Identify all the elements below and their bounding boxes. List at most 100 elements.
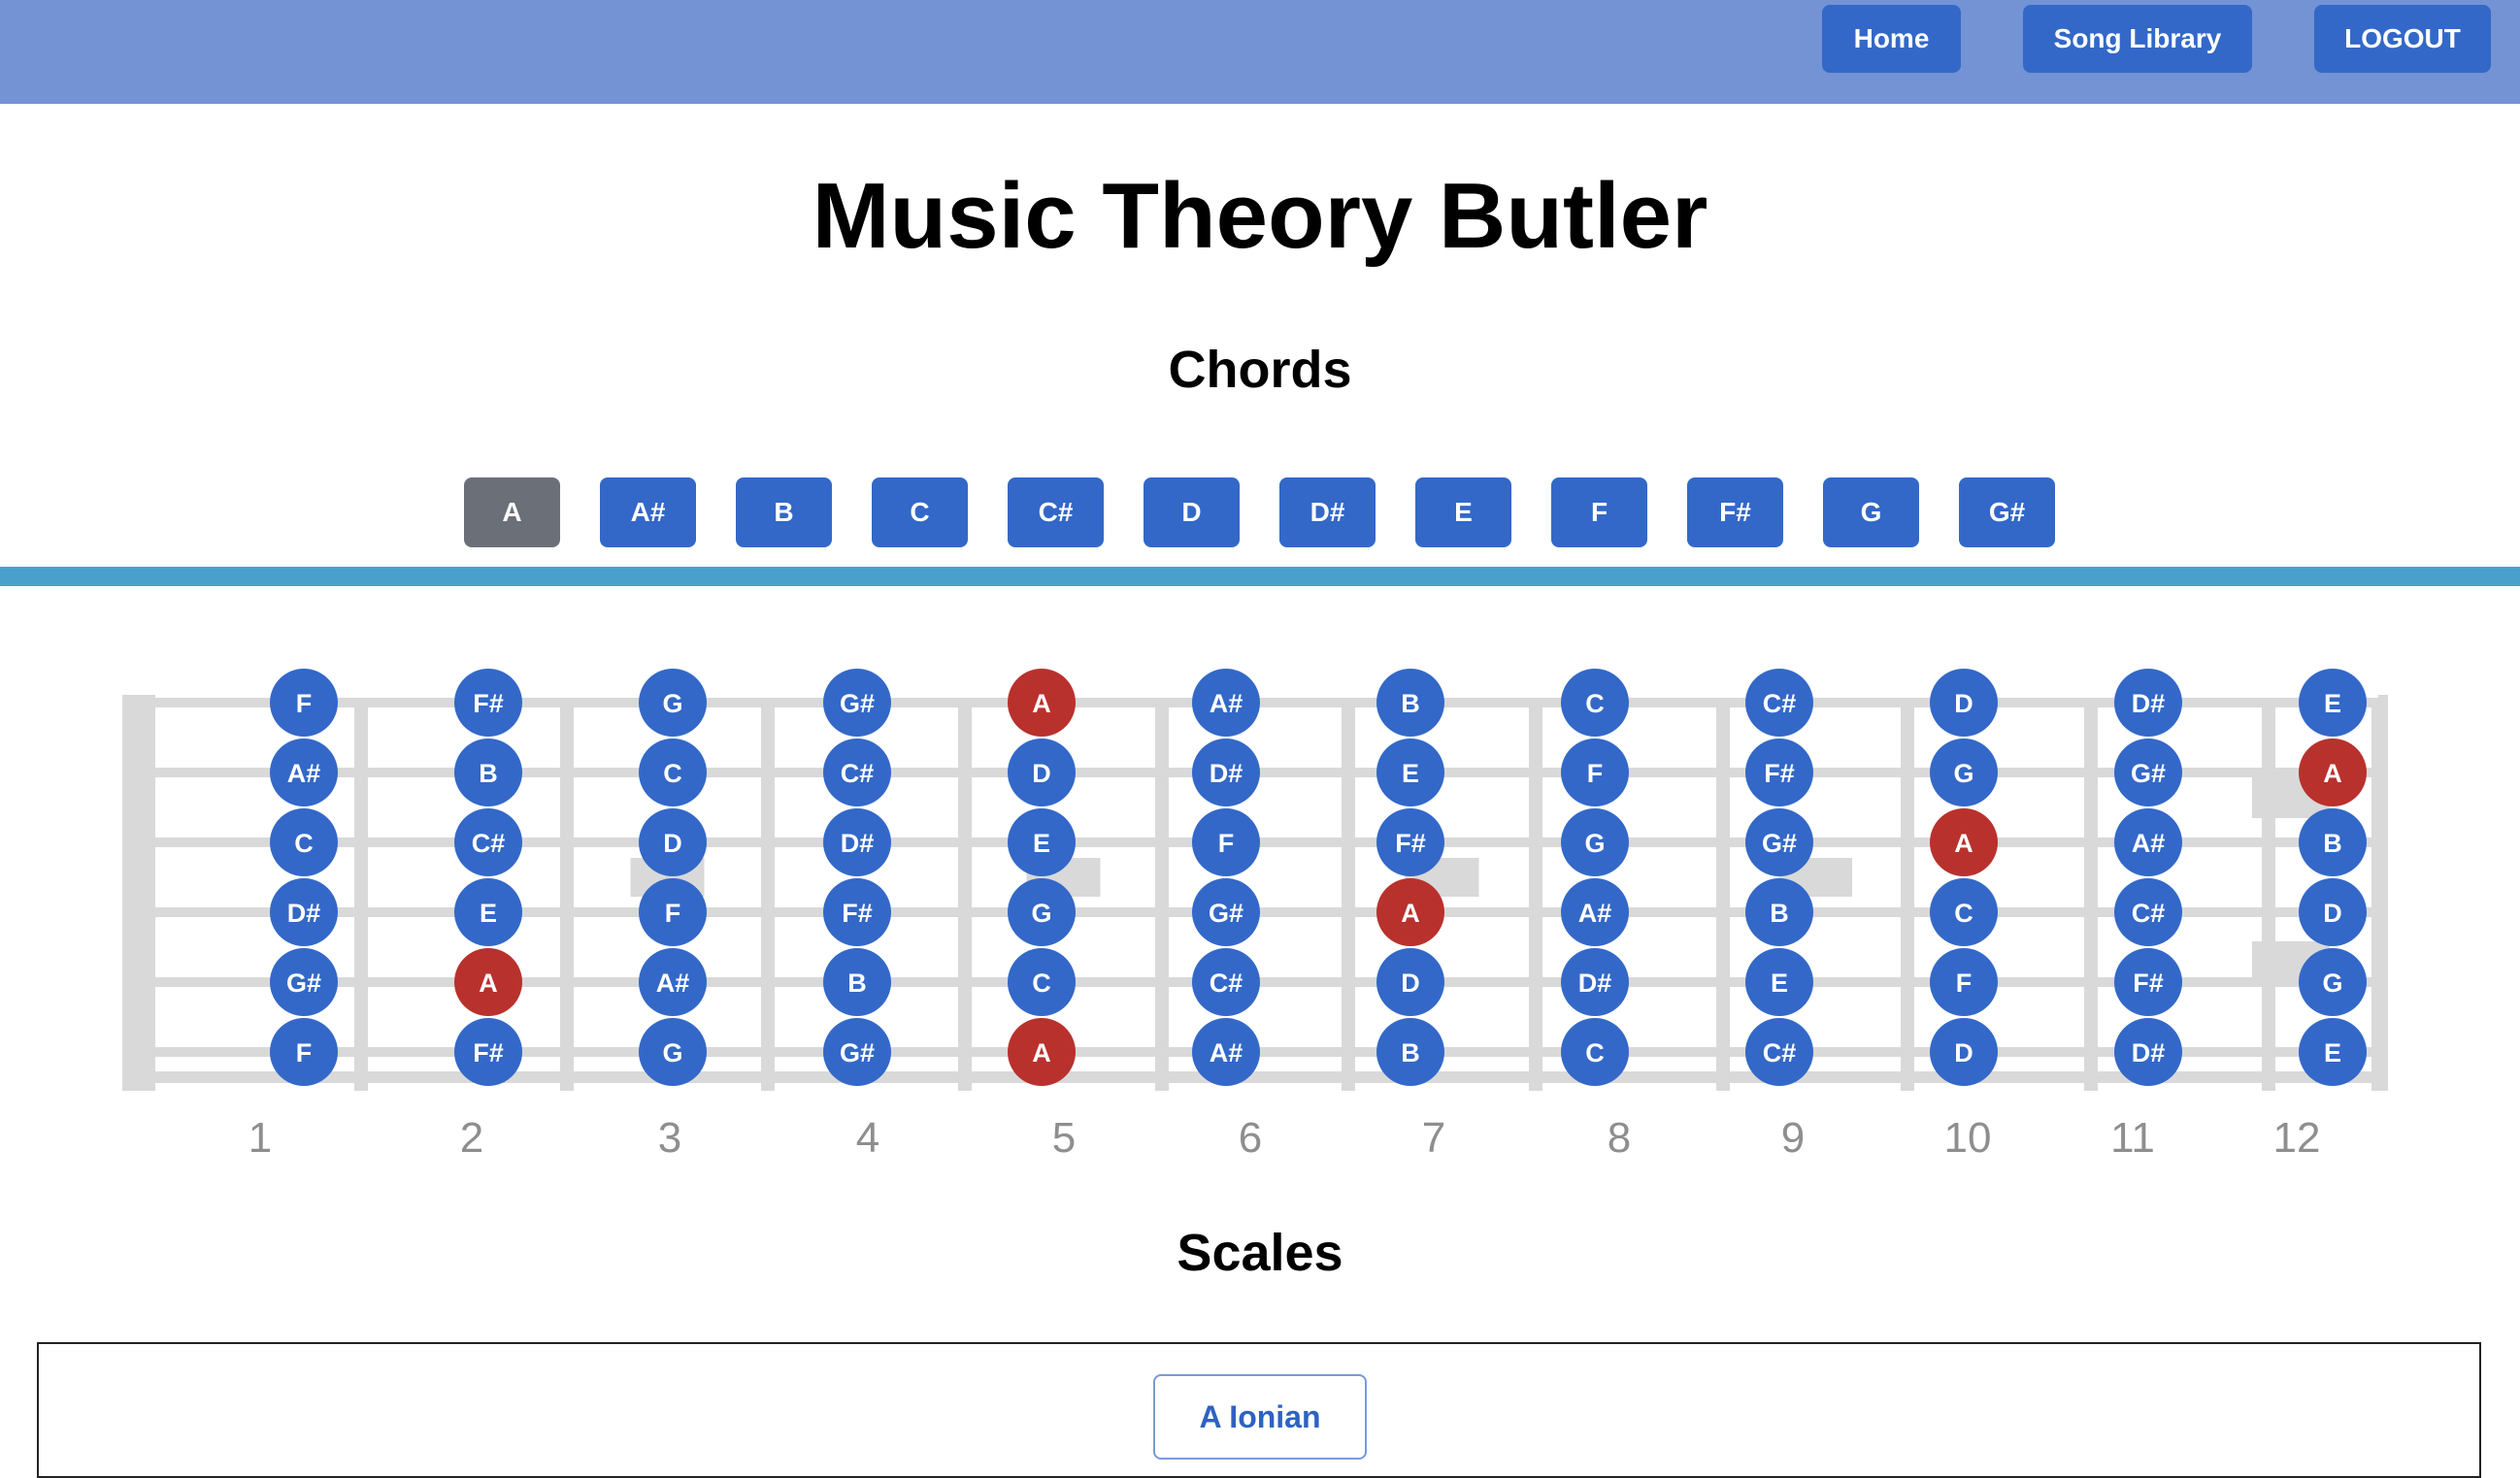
note-label: F [1218,829,1235,858]
note-label: D [2323,899,2342,928]
fret-wire [1342,701,1355,1091]
note-label: A# [656,969,690,998]
chord-button-d-sharp[interactable]: D# [1279,477,1376,547]
note-label: G# [840,689,875,718]
chord-button-f[interactable]: F [1551,477,1647,547]
scale-button-a-ionian[interactable]: A Ionian [1153,1374,1367,1460]
note-label: A# [1578,899,1612,928]
note-label: G [1953,759,1973,788]
note-label: B [1401,689,1420,718]
note-label: A [1401,899,1420,928]
note-label: C# [1763,1038,1797,1067]
fret-wire [2262,701,2275,1091]
note-label: D [1401,969,1420,998]
note-label: A [1032,1038,1051,1067]
note-label: C [1954,899,1973,928]
chord-button-f-sharp[interactable]: F# [1687,477,1783,547]
note-label: D# [841,829,875,858]
note-label: F [665,899,681,928]
fret-number: 4 [855,1114,880,1162]
note-label: A# [1210,689,1243,718]
note-label: D# [287,899,321,928]
fretboard-end [2378,695,2388,1091]
fret-number: 6 [1238,1114,1263,1162]
note-label: C [294,829,314,858]
note-label: A# [287,759,321,788]
scales-title: Scales [1177,1224,1343,1282]
chord-button-g-sharp[interactable]: G# [1959,477,2055,547]
note-label: C [1585,689,1605,718]
note-label: A [1954,829,1973,858]
chord-button-c[interactable]: C [872,477,968,547]
note-label: B [479,759,498,788]
note-label: B [1770,899,1789,928]
chords-title: Chords [1168,341,1352,399]
note-label: G# [2131,759,2166,788]
note-label: B [847,969,867,998]
note-label: F# [473,689,504,718]
note-label: D [663,829,682,858]
note-label: G [2322,969,2342,998]
fret-number: 3 [657,1114,682,1162]
fret-wire [560,701,574,1091]
fret-wire [354,701,368,1091]
fret-wire [1529,701,1542,1091]
note-label: D# [2132,1038,2166,1067]
chord-button-d[interactable]: D [1144,477,1240,547]
note-label: F [296,1038,313,1067]
note-label: C [663,759,682,788]
fret-number: 7 [1421,1114,1446,1162]
chord-button-a-sharp[interactable]: A# [600,477,696,547]
fret-number: 8 [1607,1114,1632,1162]
home-button[interactable]: Home [1822,5,1961,73]
note-label: D [1032,759,1051,788]
note-label: G [1031,899,1051,928]
note-label: F# [842,899,873,928]
note-label: E [2324,689,2341,718]
note-label: A# [1210,1038,1243,1067]
note-label: A# [2132,829,2166,858]
fret-number: 10 [1943,1114,1992,1162]
fret-wire [1901,701,1914,1091]
note-label: C [1032,969,1051,998]
note-label: F [1956,969,1973,998]
note-label: D# [2132,689,2166,718]
chord-button-a[interactable]: A [464,477,560,547]
note-label: C# [1210,969,1243,998]
note-label: G [662,1038,682,1067]
chord-button-c-sharp[interactable]: C# [1008,477,1104,547]
song-library-button[interactable]: Song Library [2023,5,2252,73]
section-divider [0,567,2520,586]
fret-wire [1716,701,1730,1091]
note-label: E [1033,829,1050,858]
note-label: C# [841,759,875,788]
note-label: G [662,689,682,718]
note-label: F# [1764,759,1795,788]
note-label: E [480,899,497,928]
note-label: C [1585,1038,1605,1067]
note-label: E [1771,969,1788,998]
logout-button[interactable]: LOGOUT [2314,5,2491,73]
fret-number: 11 [2110,1114,2155,1162]
chord-button-e[interactable]: E [1415,477,1511,547]
note-label: G# [286,969,321,998]
note-label: F# [473,1038,504,1067]
fret-number: 12 [2272,1114,2321,1162]
note-label: F [296,689,313,718]
fret-wire [761,701,775,1091]
fretboard-nut [122,695,155,1091]
fret-number: 2 [459,1114,484,1162]
chord-button-b[interactable]: B [736,477,832,547]
note-label: C# [2132,899,2166,928]
chord-button-g[interactable]: G [1823,477,1919,547]
note-label: D [1954,1038,1973,1067]
note-label: C# [472,829,506,858]
note-label: A [479,969,498,998]
note-label: B [1401,1038,1420,1067]
note-label: E [2324,1038,2341,1067]
note-label: A [2323,759,2342,788]
fret-number: 5 [1051,1114,1077,1162]
page-title: Music Theory Butler [812,164,1708,268]
fret-wire [958,701,972,1091]
note-label: A [1032,689,1051,718]
